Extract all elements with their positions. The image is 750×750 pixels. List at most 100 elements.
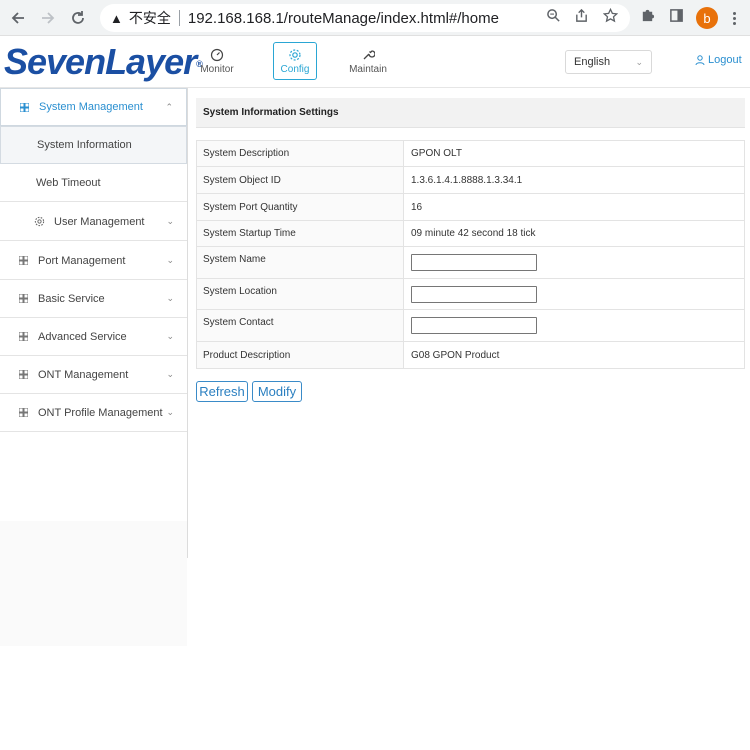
table-row: Product Description G08 GPON Product <box>196 341 745 369</box>
bookmark-button[interactable] <box>601 6 619 24</box>
row-value: G08 GPON Product <box>403 341 745 369</box>
table-row: System Startup Time 09 minute 42 second … <box>196 220 745 247</box>
chevron-down-icon: ⌄ <box>635 57 643 67</box>
system-info-table: System Description GPON OLT System Objec… <box>196 140 745 369</box>
chevron-down-icon: ⌄ <box>166 255 174 265</box>
reload-button[interactable] <box>66 6 90 30</box>
sidebar-item-system-management[interactable]: System Management ⌃ <box>0 88 187 126</box>
reload-icon <box>72 11 84 24</box>
sidepanel-button[interactable] <box>667 6 685 24</box>
language-select[interactable]: English ⌄ <box>565 50 652 74</box>
table-row: System Contact <box>196 309 745 342</box>
row-label: System Description <box>196 140 404 167</box>
table-row: System Name <box>196 246 745 279</box>
sidebar-item-basic-service[interactable]: Basic Service ⌄ <box>0 280 187 318</box>
chevron-down-icon: ⌄ <box>166 369 174 379</box>
sidebar-item-label: Advanced Service <box>38 330 127 343</box>
chevron-down-icon: ⌄ <box>166 293 174 303</box>
share-icon <box>575 8 587 22</box>
sidebar-item-label: Port Management <box>38 254 126 267</box>
row-value: 16 <box>403 193 745 221</box>
grid-icon <box>20 102 29 112</box>
row-input-cell <box>403 278 745 310</box>
sidebar-item-label: System Information <box>37 139 132 151</box>
profile-avatar[interactable]: b <box>696 7 718 29</box>
modify-button[interactable]: Modify <box>252 381 302 402</box>
sidebar-item-web-timeout[interactable]: Web Timeout <box>0 164 187 202</box>
table-row: System Description GPON OLT <box>196 140 745 167</box>
chevron-down-icon: ⌄ <box>166 407 174 417</box>
nav-monitor-label: Monitor <box>200 63 234 75</box>
warning-icon: ▲ <box>110 10 123 26</box>
logo: SevenLayer® <box>4 41 203 82</box>
sidebar-item-ont-management[interactable]: ONT Management ⌄ <box>0 356 187 394</box>
nav-config-label: Config <box>280 63 310 75</box>
forward-button[interactable] <box>36 6 60 30</box>
nav-maintain-label: Maintain <box>349 63 387 75</box>
nav-maintain[interactable]: Maintain <box>346 42 390 80</box>
sidebar: System Management ⌃ System Information W… <box>0 88 188 646</box>
gear-icon <box>34 216 45 227</box>
star-icon <box>602 7 618 22</box>
row-label: Product Description <box>196 341 404 369</box>
sidebar-item-label: System Management <box>39 101 143 113</box>
security-label: 不安全 <box>128 10 171 26</box>
puzzle-icon <box>642 9 654 21</box>
language-value: English <box>574 56 611 68</box>
sidebar-item-label: ONT Management <box>38 368 129 381</box>
row-label: System Startup Time <box>196 220 404 247</box>
panel-title: System Information Settings <box>196 98 745 128</box>
row-input-cell <box>403 309 745 342</box>
row-label: System Name <box>196 246 404 279</box>
grid-icon <box>19 370 28 379</box>
grid-icon <box>19 294 28 303</box>
system-location-input[interactable] <box>411 285 537 303</box>
back-button[interactable] <box>6 6 30 30</box>
row-value: GPON OLT <box>403 140 745 167</box>
url-text: 192.168.168.1/routeManage/index.html#/ho… <box>187 9 499 27</box>
chevron-down-icon: ⌄ <box>166 331 174 341</box>
sidebar-item-system-information[interactable]: System Information <box>0 126 187 164</box>
menu-button[interactable] <box>724 8 744 28</box>
extensions-button[interactable] <box>638 6 656 24</box>
system-name-input[interactable] <box>411 254 537 271</box>
gear-icon <box>289 48 301 61</box>
nav-monitor[interactable]: Monitor <box>195 42 239 80</box>
browser-toolbar: ▲ 不安全 192.168.168.1/routeManage/index.ht… <box>0 0 750 36</box>
sidebar-empty-area <box>0 521 187 646</box>
gauge-icon <box>210 48 224 61</box>
logout-label: Logout <box>708 54 742 66</box>
row-value: 09 minute 42 second 18 tick <box>403 220 745 247</box>
table-row: System Object ID 1.3.6.1.4.1.8888.1.3.34… <box>196 166 745 194</box>
divider <box>178 10 180 26</box>
sidebar-item-port-management[interactable]: Port Management ⌄ <box>0 242 187 280</box>
sidebar-item-label: User Management <box>54 215 145 228</box>
refresh-button[interactable]: Refresh <box>196 381 248 402</box>
table-row: System Location <box>196 278 745 310</box>
nav-config[interactable]: Config <box>273 42 317 80</box>
row-label: System Object ID <box>196 166 404 194</box>
logout-link[interactable]: Logout <box>695 54 742 66</box>
user-icon <box>695 55 705 65</box>
search-icon <box>546 8 560 22</box>
row-label: System Location <box>196 278 404 310</box>
system-contact-input[interactable] <box>411 317 537 334</box>
arrow-right-icon <box>42 12 55 24</box>
grid-icon <box>19 408 28 417</box>
arrow-left-icon <box>11 12 24 24</box>
zoom-button[interactable] <box>544 6 562 24</box>
row-input-cell <box>403 246 745 279</box>
table-row: System Port Quantity 16 <box>196 193 745 221</box>
sidebar-item-advanced-service[interactable]: Advanced Service ⌄ <box>0 318 187 356</box>
grid-icon <box>19 332 28 341</box>
sidebar-item-label: Basic Service <box>38 292 105 305</box>
sidebar-item-user-management[interactable]: User Management ⌄ <box>0 203 187 241</box>
grid-icon <box>19 256 28 265</box>
row-label: System Port Quantity <box>196 193 404 221</box>
sidebar-item-ont-profile-management[interactable]: ONT Profile Management ⌄ <box>0 394 187 432</box>
share-button[interactable] <box>572 6 590 24</box>
row-label: System Contact <box>196 309 404 342</box>
wrench-icon <box>363 49 375 59</box>
sidepanel-icon <box>669 8 683 22</box>
sidebar-item-label: ONT Profile Management <box>38 406 163 419</box>
